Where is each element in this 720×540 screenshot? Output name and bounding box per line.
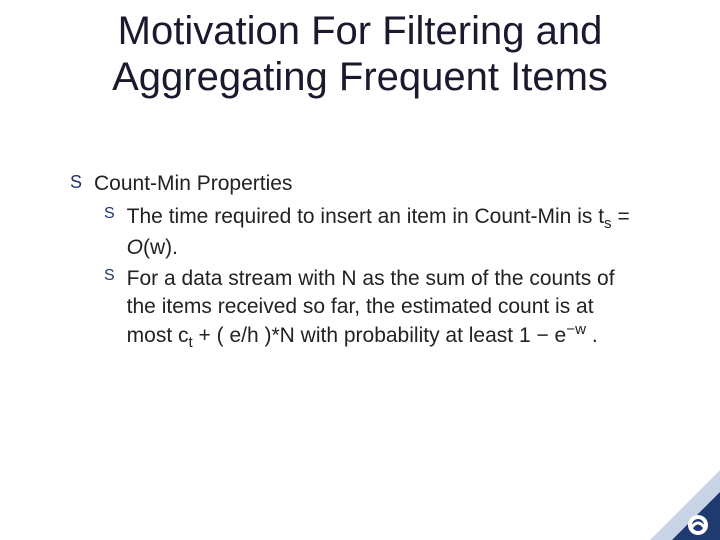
bullet-icon: S — [70, 170, 82, 194]
text-part: The time required to insert an item in C… — [127, 205, 604, 228]
text-part: + ( e/h )*N with probability at least 1 … — [193, 324, 567, 347]
superscript: −w — [566, 321, 586, 338]
text-part: = — [612, 205, 630, 228]
bullet-level2-group: S The time required to insert an item in… — [70, 203, 640, 353]
bullet-level2-text: The time required to insert an item in C… — [127, 203, 640, 261]
subscript: s — [604, 215, 612, 232]
bullet-level2-text: For a data stream with N as the sum of t… — [127, 265, 640, 352]
bullet-level2-item: S For a data stream with N as the sum of… — [104, 265, 640, 352]
slide: Motivation For Filtering and Aggregating… — [0, 0, 720, 540]
text-part: (w). — [143, 236, 178, 259]
corner-decoration — [650, 470, 720, 540]
slide-title: Motivation For Filtering and Aggregating… — [40, 8, 680, 100]
text-part: . — [586, 324, 598, 347]
slide-body: S Count-Min Properties S The time requir… — [40, 170, 680, 353]
bullet-level1-text: Count-Min Properties — [94, 170, 292, 197]
bullet-level1: S Count-Min Properties — [70, 170, 640, 197]
bullet-icon: S — [104, 265, 115, 287]
bullet-level2-item: S The time required to insert an item in… — [104, 203, 640, 261]
italic-text: O — [127, 236, 143, 259]
bullet-icon: S — [104, 203, 115, 225]
